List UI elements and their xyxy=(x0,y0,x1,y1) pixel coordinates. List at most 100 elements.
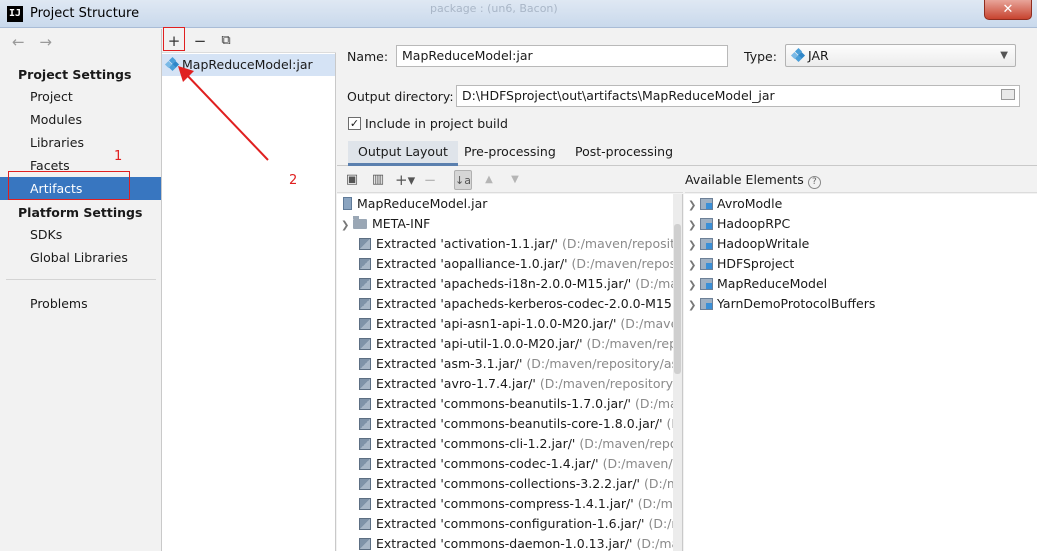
folder-icon xyxy=(353,216,367,229)
extracted-jar-icon xyxy=(359,258,371,270)
close-window-button[interactable]: ✕ xyxy=(984,0,1032,20)
artifact-name-input[interactable]: MapReduceModel:jar xyxy=(396,45,728,67)
extracted-jar-icon xyxy=(359,438,371,450)
available-module-item[interactable]: ❯ MapReduceModel xyxy=(684,274,1030,294)
tree-folder-meta-inf[interactable]: ❯ META-INF xyxy=(337,214,682,234)
expand-arrow-icon[interactable]: ❯ xyxy=(688,296,700,314)
tree-row-extracted[interactable]: Extracted 'api-asn1-api-1.0.0-M20.jar/' … xyxy=(337,314,682,334)
tree-row-extracted[interactable]: Extracted 'commons-collections-3.2.2.jar… xyxy=(337,474,682,494)
available-module-item[interactable]: ❯ YarnDemoProtocolBuffers xyxy=(684,294,1030,314)
project-settings-header: Project Settings xyxy=(18,67,132,82)
sidebar-divider xyxy=(6,279,156,280)
tree-scrollbar[interactable] xyxy=(673,194,682,551)
settings-sidebar: ← → Project Settings Project Modules Lib… xyxy=(0,29,162,551)
tree-folder-label: META-INF xyxy=(372,216,431,231)
extracted-name: Extracted 'commons-codec-1.4.jar/' xyxy=(376,456,599,471)
module-label: AvroModle xyxy=(717,196,783,211)
sidebar-item-problems[interactable]: Problems xyxy=(0,292,161,315)
extracted-name: Extracted 'avro-1.7.4.jar/' xyxy=(376,376,536,391)
extracted-name: Extracted 'commons-beanutils-core-1.8.0.… xyxy=(376,416,663,431)
available-elements-title: Available Elements xyxy=(685,172,804,187)
remove-element-icon[interactable]: − xyxy=(421,170,439,190)
browse-folder-icon[interactable] xyxy=(1001,89,1015,100)
expand-arrow-icon[interactable]: ❯ xyxy=(688,216,700,234)
module-icon xyxy=(700,238,713,250)
tree-row-extracted[interactable]: Extracted 'commons-daemon-1.0.13.jar/' (… xyxy=(337,534,682,551)
chevron-down-icon: ▼ xyxy=(1000,50,1008,61)
tree-row-extracted[interactable]: Extracted 'apacheds-i18n-2.0.0-M15.jar/'… xyxy=(337,274,682,294)
extracted-name: Extracted 'apacheds-i18n-2.0.0-M15.jar/' xyxy=(376,276,632,291)
extracted-jar-icon xyxy=(359,498,371,510)
move-down-icon[interactable]: ▼ xyxy=(506,170,524,190)
artifact-details-pane: Name: MapReduceModel:jar Type: JAR ▼ Out… xyxy=(337,29,1037,551)
extracted-path: (D:/maven/repository/ xyxy=(571,256,682,271)
sidebar-item-libraries[interactable]: Libraries xyxy=(0,131,161,154)
tree-row-extracted[interactable]: Extracted 'commons-beanutils-core-1.8.0.… xyxy=(337,414,682,434)
tree-row-extracted[interactable]: Extracted 'commons-codec-1.4.jar/' (D:/m… xyxy=(337,454,682,474)
nav-arrows: ← → xyxy=(12,33,62,51)
extracted-jar-icon xyxy=(359,518,371,530)
expand-arrow-icon[interactable]: ❯ xyxy=(688,196,700,214)
extracted-jar-icon xyxy=(359,298,371,310)
tree-row-extracted[interactable]: Extracted 'avro-1.7.4.jar/' (D:/maven/re… xyxy=(337,374,682,394)
extracted-path: (D:/maven/repository/org/a xyxy=(539,376,682,391)
output-directory-input[interactable]: D:\HDFSproject\out\artifacts\MapReduceMo… xyxy=(456,85,1020,107)
scrollbar-thumb[interactable] xyxy=(674,224,681,374)
extracted-name: Extracted 'api-util-1.0.0-M20.jar/' xyxy=(376,336,583,351)
tree-row-extracted[interactable]: Extracted 'commons-compress-1.4.1.jar/' … xyxy=(337,494,682,514)
forward-arrow-icon[interactable]: → xyxy=(39,33,52,51)
move-up-icon[interactable]: ▲ xyxy=(480,170,498,190)
include-build-label: Include in project build xyxy=(365,116,508,131)
add-element-icon[interactable]: +▾ xyxy=(395,170,415,190)
annotation-label-2: 2 xyxy=(289,173,298,188)
tab-post-processing[interactable]: Post-processing xyxy=(565,141,683,166)
sort-elements-icon[interactable]: ↓a xyxy=(454,170,472,190)
help-icon[interactable]: ? xyxy=(807,176,821,189)
artifact-type-select[interactable]: JAR ▼ xyxy=(785,44,1016,67)
tab-pre-processing[interactable]: Pre-processing xyxy=(454,141,566,166)
tab-output-layout[interactable]: Output Layout xyxy=(348,141,458,166)
output-layout-toolbar: ▣ ▥ +▾ − ↓a ▲ ▼ xyxy=(337,167,683,193)
tree-row-extracted[interactable]: Extracted 'asm-3.1.jar/' (D:/maven/repos… xyxy=(337,354,682,374)
extracted-jar-icon xyxy=(359,358,371,370)
available-module-item[interactable]: ❯ HadoopRPC xyxy=(684,214,1030,234)
available-module-item[interactable]: ❯ HDFSproject xyxy=(684,254,1030,274)
sidebar-item-project[interactable]: Project xyxy=(0,85,161,108)
sidebar-item-sdks[interactable]: SDKs xyxy=(0,223,161,246)
tree-row-extracted[interactable]: Extracted 'activation-1.1.jar/' (D:/mave… xyxy=(337,234,682,254)
expand-arrow-icon[interactable]: ❯ xyxy=(688,236,700,254)
artifact-toolbar: + − ⧉ xyxy=(162,29,336,53)
output-layout-tree: MapReduceModel.jar ❯ META-INF Extracted '… xyxy=(337,194,683,551)
include-build-checkbox[interactable]: ✓ xyxy=(348,117,361,130)
tree-row-extracted[interactable]: Extracted 'commons-beanutils-1.7.0.jar/'… xyxy=(337,394,682,414)
available-module-item[interactable]: ❯ HadoopWritale xyxy=(684,234,1030,254)
available-module-item[interactable]: ❯ AvroModle xyxy=(684,194,1030,214)
tree-row-extracted[interactable]: Extracted 'apacheds-kerberos-codec-2.0.0… xyxy=(337,294,682,314)
tree-row-extracted[interactable]: Extracted 'aopalliance-1.0.jar/' (D:/mav… xyxy=(337,254,682,274)
extracted-name: Extracted 'commons-beanutils-1.7.0.jar/' xyxy=(376,396,631,411)
expand-arrow-icon[interactable]: ❯ xyxy=(341,216,353,234)
extracted-jar-icon xyxy=(359,378,371,390)
platform-settings-header: Platform Settings xyxy=(18,205,143,220)
create-archive-icon[interactable]: ▥ xyxy=(369,170,387,190)
remove-artifact-button[interactable]: − xyxy=(191,31,209,51)
extracted-name: Extracted 'commons-configuration-1.6.jar… xyxy=(376,516,645,531)
extracted-jar-icon xyxy=(359,418,371,430)
back-arrow-icon[interactable]: ← xyxy=(12,33,25,51)
extracted-jar-icon xyxy=(359,338,371,350)
copy-artifact-button[interactable]: ⧉ xyxy=(217,31,235,51)
extracted-path: (D:/maven/repos xyxy=(602,456,682,471)
title-bar: IJ Project Structure package : (un6, Bac… xyxy=(0,0,1037,28)
new-directory-icon[interactable]: ▣ xyxy=(343,170,361,190)
sidebar-item-modules[interactable]: Modules xyxy=(0,108,161,131)
tree-root-jar[interactable]: MapReduceModel.jar xyxy=(337,194,682,214)
tree-row-extracted[interactable]: Extracted 'commons-cli-1.2.jar/' (D:/mav… xyxy=(337,434,682,454)
expand-arrow-icon[interactable]: ❯ xyxy=(688,276,700,294)
tree-row-extracted[interactable]: Extracted 'api-util-1.0.0-M20.jar/' (D:/… xyxy=(337,334,682,354)
expand-arrow-icon[interactable]: ❯ xyxy=(688,256,700,274)
extracted-name: Extracted 'aopalliance-1.0.jar/' xyxy=(376,256,568,271)
sidebar-item-global-libraries[interactable]: Global Libraries xyxy=(0,246,161,269)
extracted-name: Extracted 'api-asn1-api-1.0.0-M20.jar/' xyxy=(376,316,617,331)
module-icon xyxy=(700,218,713,230)
tree-row-extracted[interactable]: Extracted 'commons-configuration-1.6.jar… xyxy=(337,514,682,534)
